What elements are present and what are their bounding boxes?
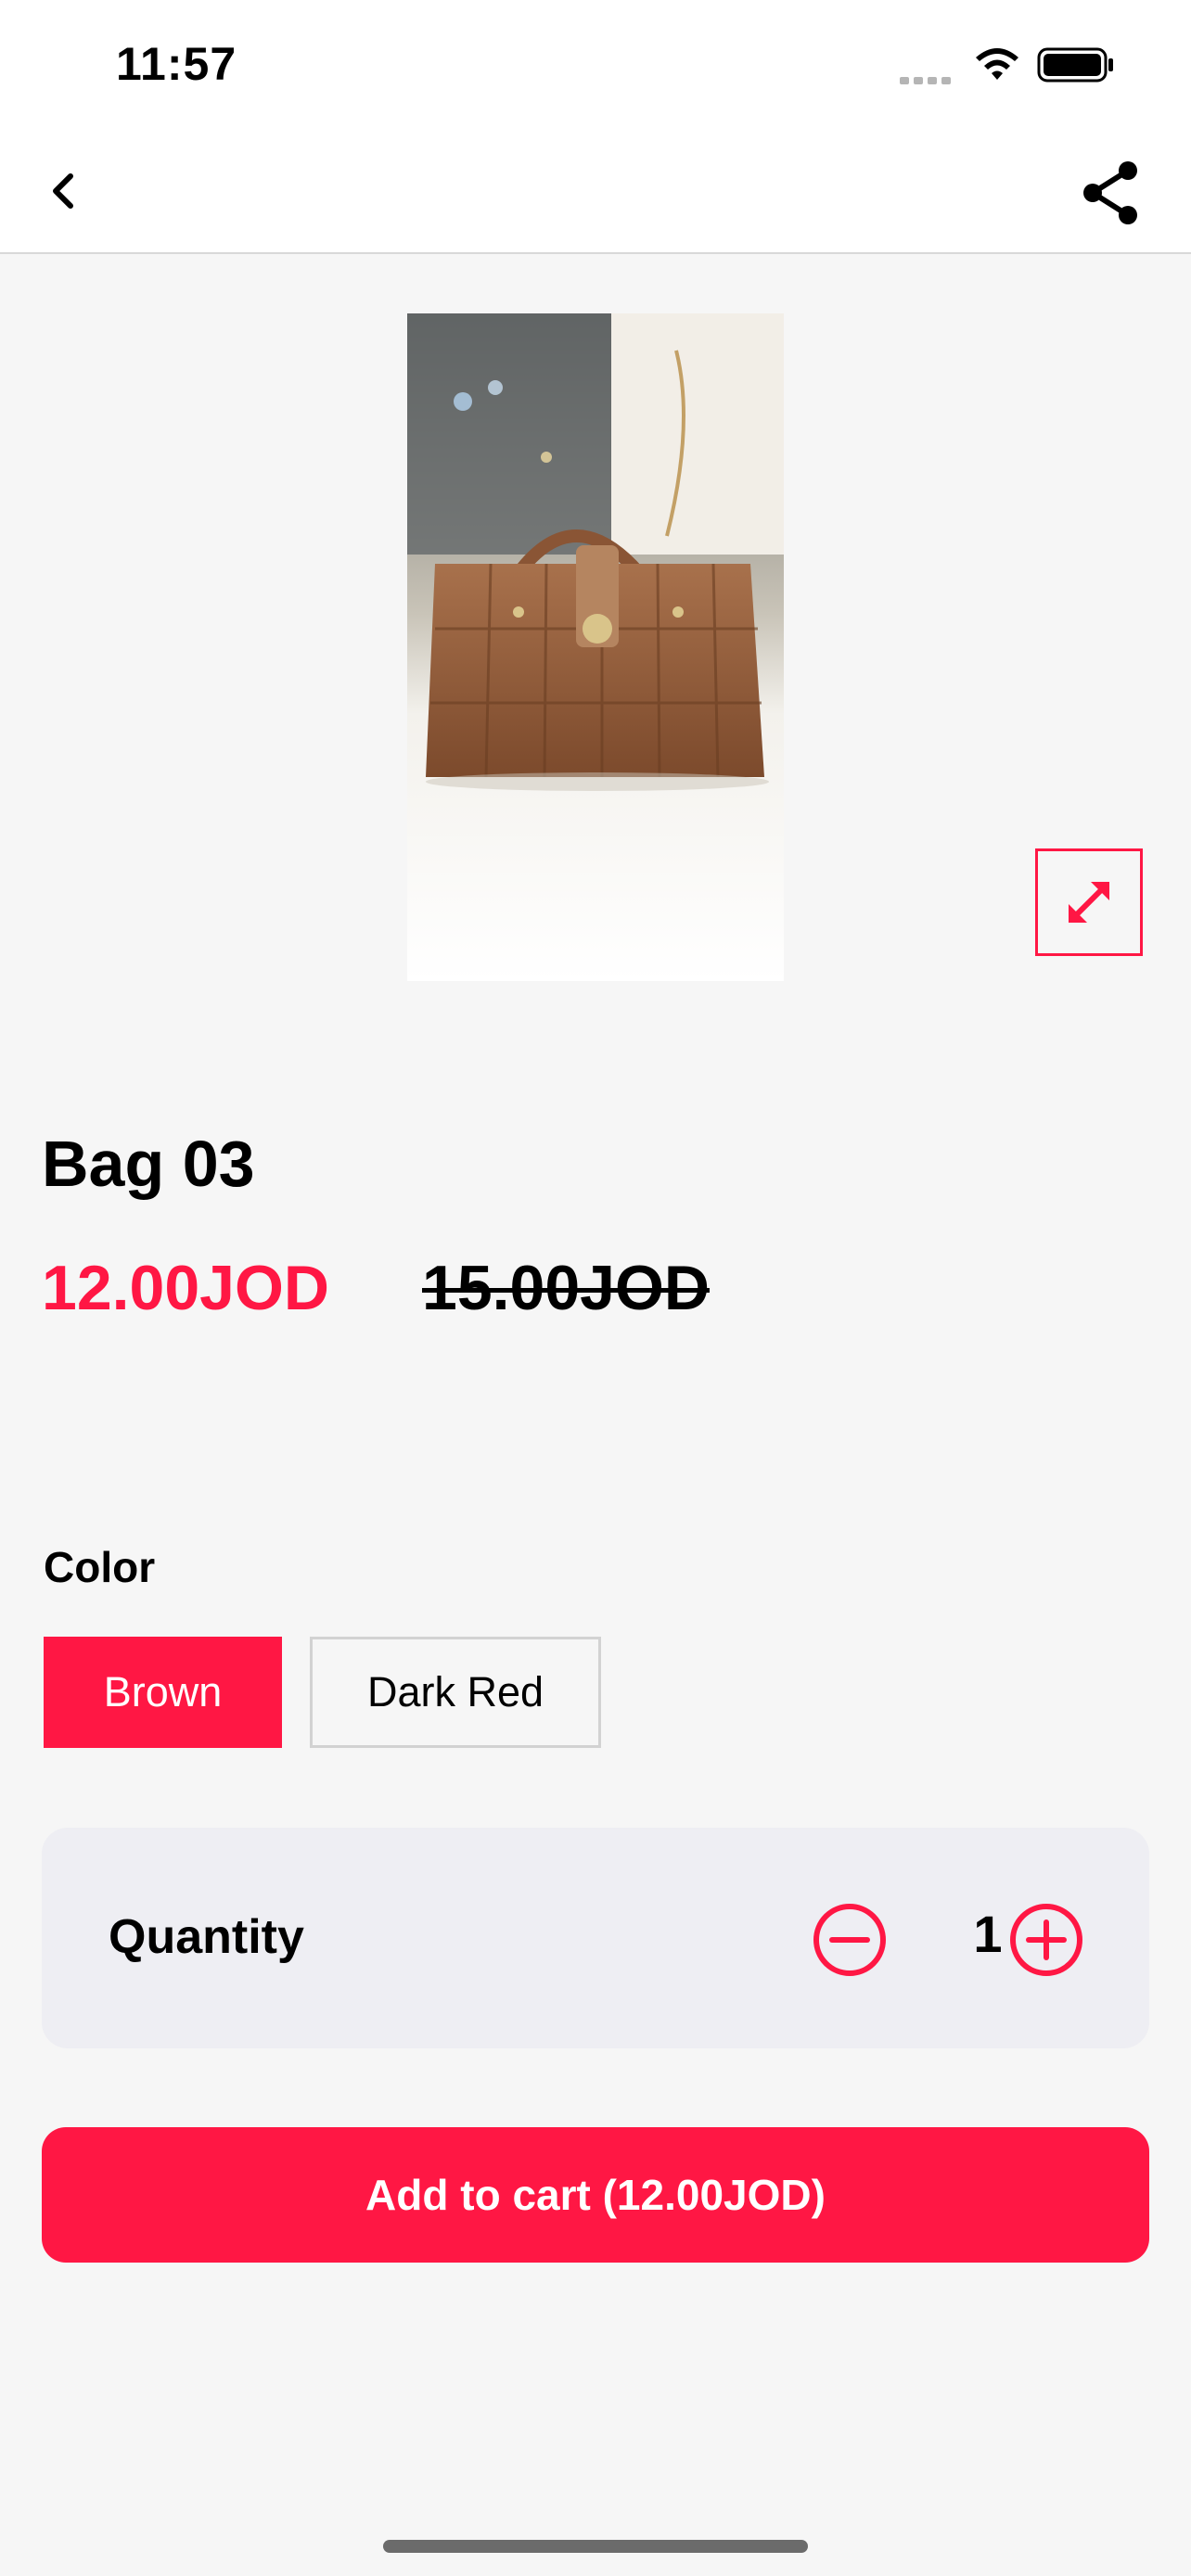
color-option-brown[interactable]: Brown <box>44 1637 282 1748</box>
plus-circle-icon[interactable] <box>1008 1902 1084 1978</box>
product-title: Bag 03 <box>42 1128 255 1200</box>
chevron-left-icon[interactable] <box>37 163 93 219</box>
color-label: Color <box>44 1543 156 1591</box>
expand-image-button[interactable] <box>1035 848 1143 956</box>
home-indicator <box>383 2540 808 2553</box>
product-old-price: 15.00JOD <box>422 1253 710 1323</box>
wifi-icon <box>976 48 1018 80</box>
product-image[interactable] <box>407 313 784 981</box>
color-option-dark-red[interactable]: Dark Red <box>310 1637 601 1748</box>
add-to-cart-button[interactable]: Add to cart (12.00JOD) <box>42 2127 1149 2263</box>
top-nav-bar <box>0 130 1191 254</box>
status-time: 11:57 <box>116 38 237 90</box>
battery-icon <box>1037 47 1113 83</box>
expand-icon <box>1069 882 1109 923</box>
product-price: 12.00JOD <box>42 1253 329 1323</box>
status-bar: 11:57 <box>0 0 1191 130</box>
share-icon[interactable] <box>1076 158 1146 228</box>
quantity-label: Quantity <box>109 1910 304 1964</box>
minus-circle-icon[interactable] <box>812 1902 888 1978</box>
quantity-card: Quantity 1 <box>42 1828 1149 2048</box>
signal-icon <box>900 72 955 89</box>
